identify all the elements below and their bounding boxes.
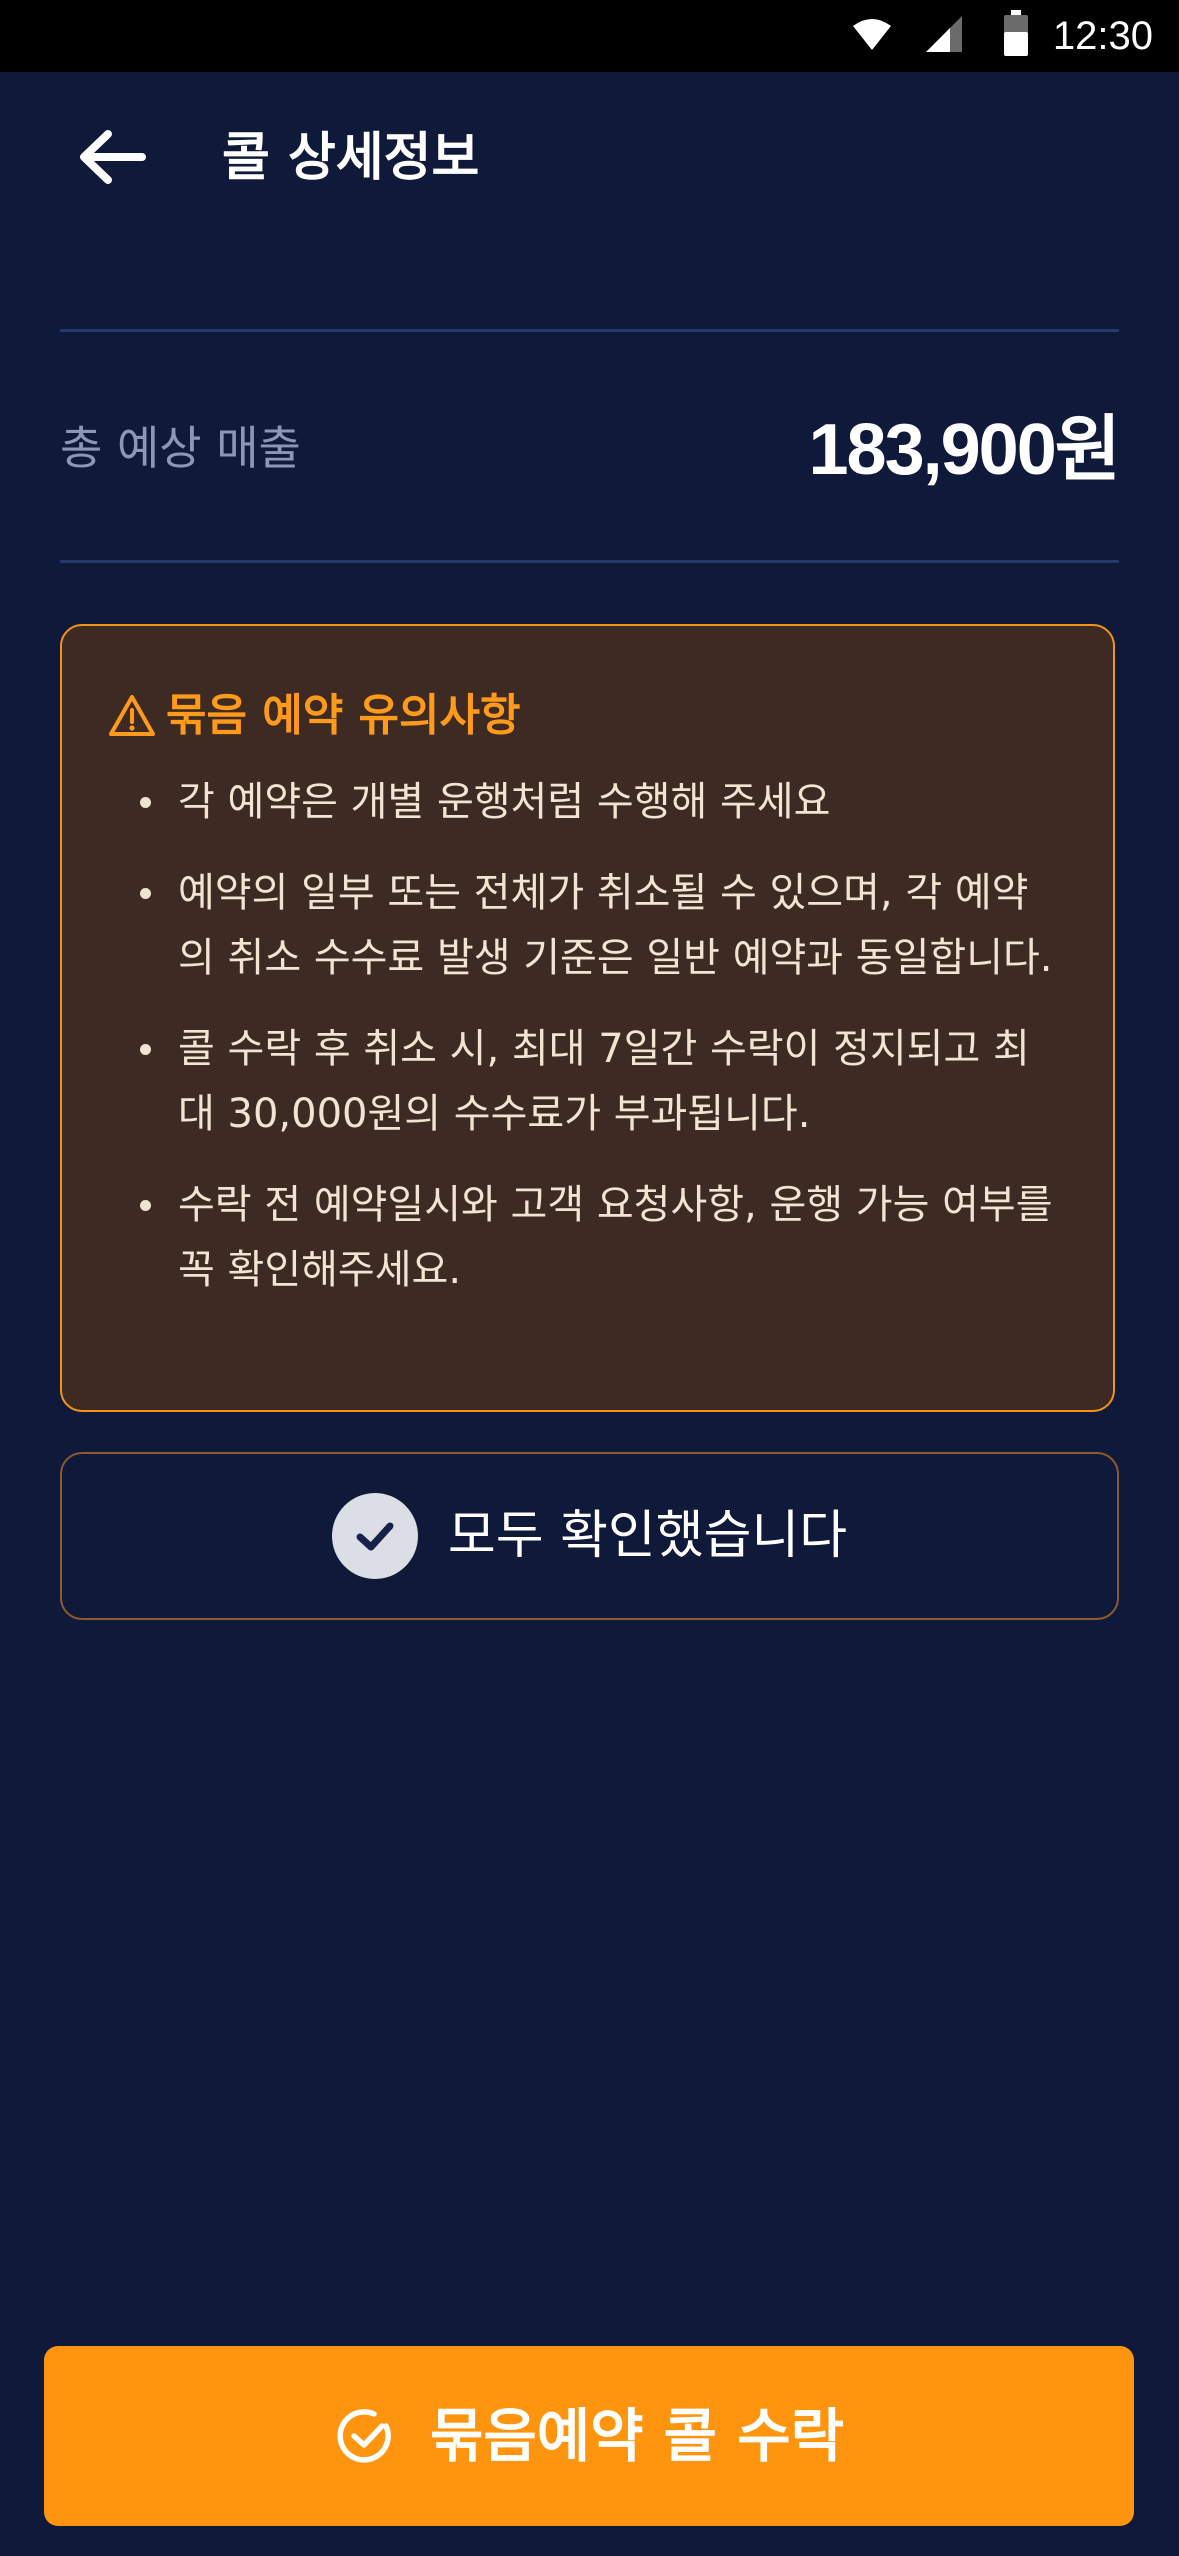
divider-bottom bbox=[60, 560, 1119, 563]
cellular-signal-icon bbox=[926, 16, 962, 52]
status-time: 12:30 bbox=[1052, 14, 1153, 58]
notice-item-text: 콜 수락 후 취소 시, 최대 7일간 수락이 정지되고 최대 30,000원의… bbox=[178, 1026, 1030, 1137]
check-circle-icon bbox=[331, 1493, 418, 1579]
warning-triangle-icon bbox=[109, 695, 155, 736]
divider-top bbox=[60, 329, 1119, 332]
notice-item: 예약의 일부 또는 전체가 취소될 수 있으며, 각 예약의 취소 수수료 발생… bbox=[62, 861, 1113, 991]
confirm-all-checkbox[interactable]: 모두 확인했습니다 bbox=[60, 1452, 1119, 1620]
bullet bbox=[140, 1044, 151, 1055]
notice-item-text: 각 예약은 개별 운행처럼 수행해 주세요 bbox=[178, 779, 831, 825]
notice-header: 묶음 예약 유의사항 bbox=[108, 680, 520, 752]
wifi-icon bbox=[853, 19, 891, 50]
check-circle-outline-icon bbox=[337, 2409, 391, 2463]
accept-bundle-call-label: 묶음예약 콜 수락 bbox=[430, 2402, 844, 2470]
bullet bbox=[140, 1200, 151, 1211]
page-title: 콜 상세정보 bbox=[222, 128, 480, 188]
expected-revenue-label: 총 예상 매출 bbox=[60, 421, 301, 475]
notice-item-text: 수락 전 예약일시와 고객 요청사항, 운행 가능 여부를 꼭 확인해주세요. bbox=[178, 1182, 1053, 1293]
notice-item: 각 예약은 개별 운행처럼 수행해 주세요 bbox=[62, 770, 1113, 835]
notice-title: 묶음 예약 유의사항 bbox=[166, 690, 521, 741]
expected-revenue-value: 183,900원 bbox=[808, 410, 1121, 490]
back-button[interactable] bbox=[72, 120, 152, 200]
notice-item: 수락 전 예약일시와 고객 요청사항, 운행 가능 여부를 꼭 확인해주세요. bbox=[62, 1173, 1113, 1303]
call-detail-screen: 12:30 콜 상세정보 총 예상 매출 183,900원 묶음 예약 유의사항… bbox=[0, 0, 1179, 2556]
arrow-left-icon bbox=[80, 130, 146, 184]
status-bar: 12:30 bbox=[0, 0, 1179, 72]
notice-list: 각 예약은 개별 운행처럼 수행해 주세요 예약의 일부 또는 전체가 취소될 … bbox=[62, 770, 1113, 1329]
notice-item: 콜 수락 후 취소 시, 최대 7일간 수락이 정지되고 최대 30,000원의… bbox=[62, 1017, 1113, 1147]
battery-icon bbox=[1004, 10, 1028, 56]
confirm-all-label: 모두 확인했습니다 bbox=[447, 1506, 848, 1566]
bullet bbox=[140, 888, 151, 899]
accept-bundle-call-button[interactable]: 묶음예약 콜 수락 bbox=[44, 2346, 1134, 2526]
bullet bbox=[140, 797, 151, 808]
notice-item-text: 예약의 일부 또는 전체가 취소될 수 있으며, 각 예약의 취소 수수료 발생… bbox=[178, 870, 1053, 981]
bundle-reservation-notice: 묶음 예약 유의사항 각 예약은 개별 운행처럼 수행해 주세요 예약의 일부 … bbox=[60, 624, 1115, 1412]
